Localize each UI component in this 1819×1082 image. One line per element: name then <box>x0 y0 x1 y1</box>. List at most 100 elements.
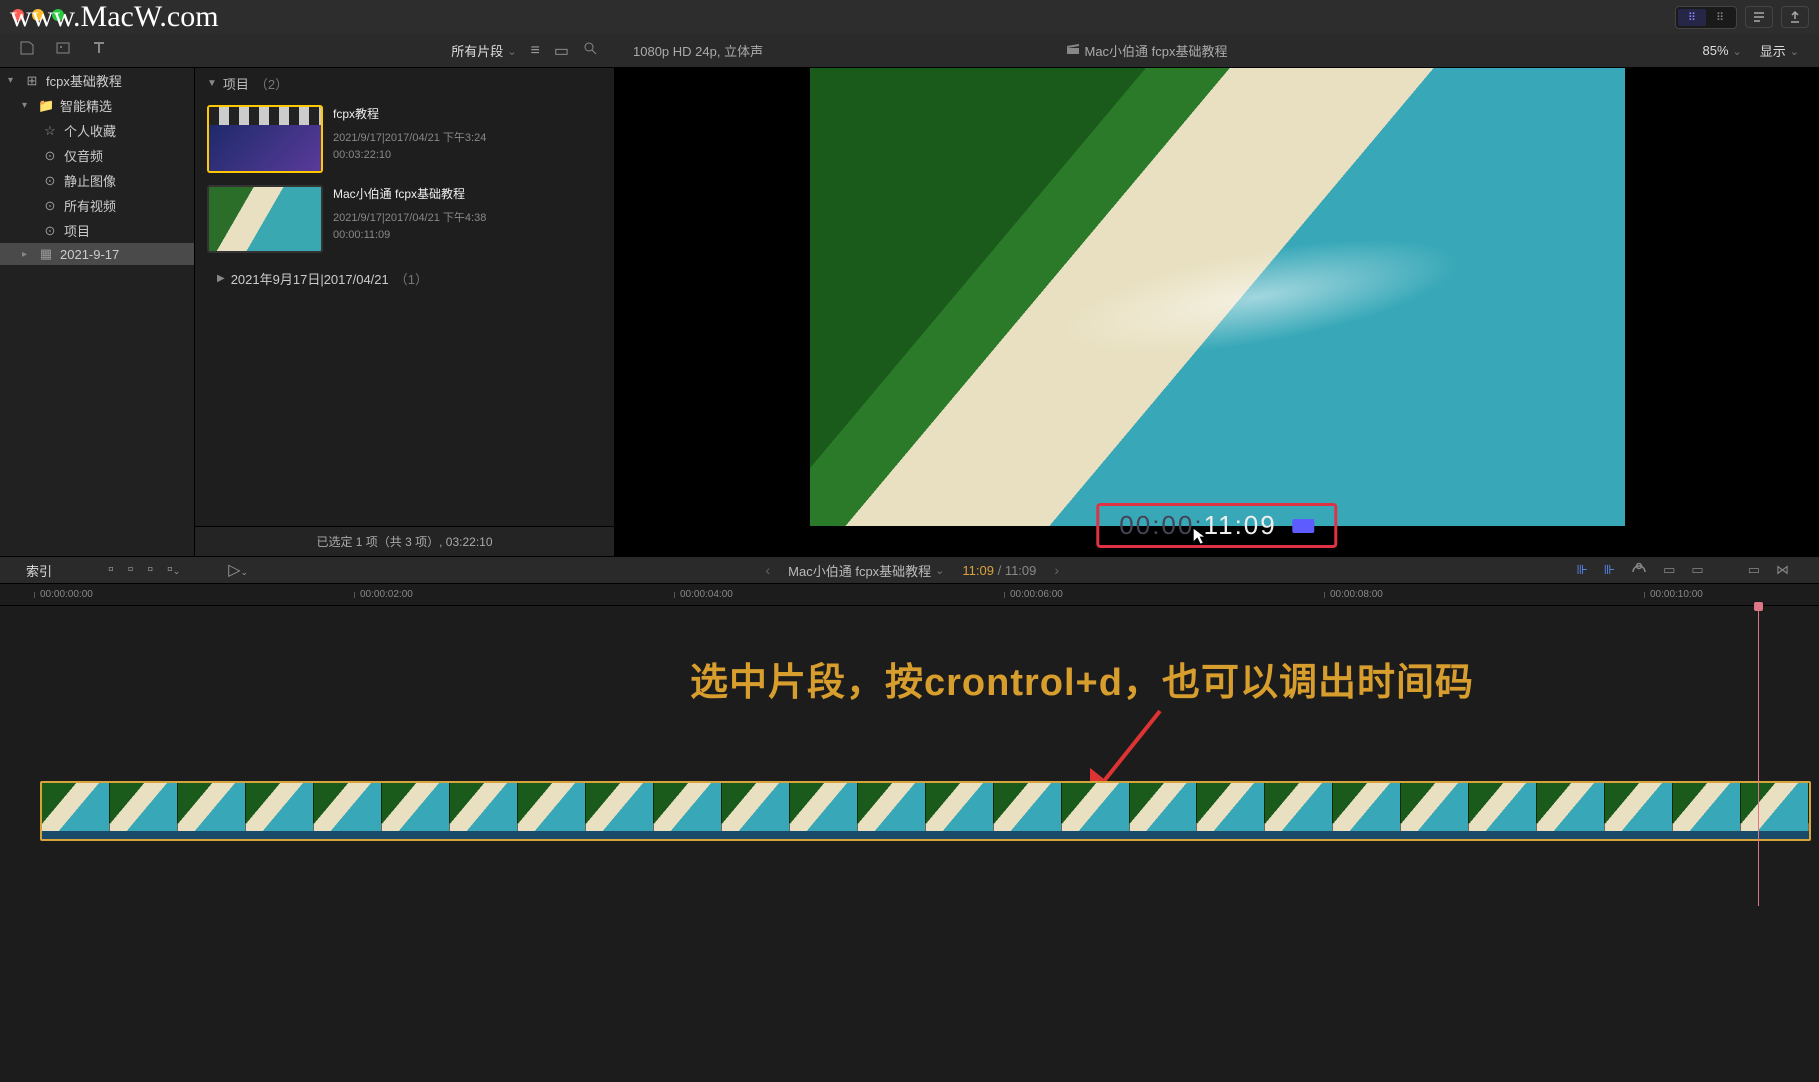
snapping-icon[interactable]: ▭ <box>1663 562 1675 578</box>
clip-date: 2021/9/17|2017/04/21 下午4:38 <box>333 210 602 227</box>
keyword-icon[interactable] <box>54 39 72 62</box>
sidebar-item-projects[interactable]: ⊙ 项目 <box>0 218 194 243</box>
folder-icon: 📁 <box>38 98 54 114</box>
clip-thumbnail[interactable] <box>207 105 323 173</box>
insert-tool-icon[interactable]: ▫ <box>128 561 134 579</box>
date-group-count: （1） <box>395 269 428 288</box>
import-icon[interactable] <box>18 39 36 62</box>
audio-skimming-icon[interactable]: ⊪ <box>1604 562 1615 578</box>
display-dropdown[interactable]: 显示 <box>1760 41 1799 60</box>
minimize-window[interactable] <box>32 9 44 21</box>
sidebar-label: fcpx基础教程 <box>46 71 122 90</box>
sidebar-label: 个人收藏 <box>64 121 116 140</box>
clip-audio <box>42 831 1809 839</box>
timeline-project-dropdown[interactable]: Mac小伯通 fcpx基础教程⌄ <box>788 561 944 580</box>
workspace-list-icon[interactable]: ⠿ <box>1706 9 1734 26</box>
ruler-tick: 00:00:10:00 <box>1650 589 1703 600</box>
close-window[interactable] <box>12 9 24 21</box>
playhead[interactable] <box>1758 606 1759 906</box>
sidebar-label: 静止图像 <box>64 171 116 190</box>
search-icon[interactable] <box>583 41 597 60</box>
viewer: 00:00:11:09 <box>615 68 1819 556</box>
gear-icon: ⊙ <box>42 223 58 239</box>
browser-header[interactable]: ▼ 项目 （2） <box>195 68 614 99</box>
inspector-toggle[interactable] <box>1745 6 1773 28</box>
tc-total: 11:09 <box>1005 563 1037 578</box>
filmstrip-view-icon[interactable]: ▭ <box>554 41 569 61</box>
sidebar-item-video[interactable]: ⊙所有视频 <box>0 193 194 218</box>
viewer-canvas[interactable] <box>810 68 1625 526</box>
clip-duration: 00:03:22:10 <box>333 147 602 164</box>
titles-icon[interactable] <box>90 39 108 62</box>
timecode-value: 11:09 <box>1204 510 1277 541</box>
clip-item[interactable]: fcpx教程 2021/9/17|2017/04/21 下午3:24 00:03… <box>203 99 606 179</box>
star-icon: ☆ <box>42 123 58 139</box>
gear-icon: ⊙ <box>42 148 58 164</box>
browser-header-count: （2） <box>255 74 288 93</box>
overwrite-tool-icon[interactable]: ▫⌄ <box>167 561 180 579</box>
timeline-clip[interactable]: 4f5d079a3bd8e1a6f6b8733bec7eee74 <box>40 781 1811 841</box>
sidebar-item-event[interactable]: ▸▦2021-9-17 <box>0 243 194 265</box>
sidebar-label: 仅音频 <box>64 146 103 165</box>
zoom-window[interactable] <box>52 9 64 21</box>
ruler-tick: 00:00:00:00 <box>40 589 93 600</box>
timecode-clip-icon <box>1293 519 1315 533</box>
ruler-tick: 00:00:08:00 <box>1330 589 1383 600</box>
skimming-icon[interactable]: ⊪ <box>1576 562 1587 578</box>
sidebar-item-smart[interactable]: ▾📁智能精选 <box>0 93 194 118</box>
effects-browser-icon[interactable]: ▭ <box>1748 562 1760 578</box>
timeline-ruler[interactable]: 00:00:00:0000:00:02:0000:00:04:0000:00:0… <box>0 584 1819 606</box>
clip-item[interactable]: Mac小伯通 fcpx基础教程 2021/9/17|2017/04/21 下午4… <box>203 179 606 259</box>
clip-title: fcpx教程 <box>333 105 602 122</box>
filter-dropdown-label: 所有片段 <box>451 41 503 60</box>
chevron-right-icon: ▶ <box>217 273 225 284</box>
gear-icon: ⊙ <box>42 173 58 189</box>
list-view-icon[interactable]: ≡ <box>531 42 540 60</box>
timecode-display[interactable]: 00:00:11:09 <box>1096 503 1337 548</box>
clip-date: 2021/9/17|2017/04/21 下午3:24 <box>333 130 602 147</box>
connect-tool-icon[interactable]: ▫ <box>108 561 114 579</box>
clip-duration: 00:00:11:09 <box>333 227 602 244</box>
date-group-label: 2021年9月17日|2017/04/21 <box>231 269 389 288</box>
sidebar-label: 2021-9-17 <box>60 247 119 262</box>
share-button[interactable] <box>1781 6 1809 28</box>
clapper-icon <box>1066 43 1080 58</box>
timeline[interactable]: 选中片段，按crontrol+d，也可以调出时间码 4f5d079a3bd8e1… <box>0 606 1819 1082</box>
sidebar-label: 智能精选 <box>60 96 112 115</box>
clip-meta: fcpx教程 2021/9/17|2017/04/21 下午3:24 00:03… <box>333 105 602 173</box>
workspace-switcher[interactable]: ⠿ ⠿ <box>1675 6 1737 29</box>
sidebar-item-audio[interactable]: ⊙ 仅音频 <box>0 143 194 168</box>
traffic-lights <box>12 9 64 21</box>
clip-title: Mac小伯通 fcpx基础教程 <box>333 185 602 202</box>
browser-date-group[interactable]: ▶ 2021年9月17日|2017/04/21 （1） <box>203 259 606 298</box>
prev-edit-icon[interactable]: ‹ <box>765 562 770 578</box>
sidebar-item-stills[interactable]: ⊙ 静止图像 <box>0 168 194 193</box>
filter-dropdown[interactable]: 所有片段 <box>451 41 516 60</box>
zoom-label: 85% <box>1703 43 1729 58</box>
sidebar: ▾⊞fcpx基础教程 ▾📁智能精选 ☆个人收藏 ⊙仅音频 ⊙静止图像 ⊙所有视频… <box>0 68 195 556</box>
timecode-prefix: 00:00: <box>1119 510 1203 541</box>
toolbar: 所有片段 ≡ ▭ 1080p HD 24p, 立体声 Mac小伯通 fcpx基础… <box>0 34 1819 68</box>
index-button[interactable]: 索引 <box>0 561 100 580</box>
render-icon[interactable]: ▭ <box>1691 562 1703 578</box>
timeline-timecode: 11:09 / 11:09 <box>962 563 1036 578</box>
sidebar-label: 项目 <box>64 221 90 240</box>
annotation-text: 选中片段，按crontrol+d，也可以调出时间码 <box>690 651 1474 706</box>
chevron-down-icon: ▼ <box>207 78 217 89</box>
clip-thumbnail[interactable] <box>207 185 323 253</box>
next-edit-icon[interactable]: › <box>1054 562 1059 578</box>
sidebar-item-favorites[interactable]: ☆ 个人收藏 <box>0 118 194 143</box>
viewer-format: 1080p HD 24p, 立体声 <box>633 41 763 60</box>
clip-meta: Mac小伯通 fcpx基础教程 2021/9/17|2017/04/21 下午4… <box>333 185 602 253</box>
display-label: 显示 <box>1760 41 1786 60</box>
arrow-tool-icon[interactable]: ▷⌄ <box>228 560 248 580</box>
sidebar-item-library[interactable]: ▾⊞fcpx基础教程 <box>0 68 194 93</box>
workspace-grid-icon[interactable]: ⠿ <box>1678 9 1706 26</box>
event-icon: ▦ <box>38 246 54 262</box>
zoom-dropdown[interactable]: 85% <box>1703 43 1742 58</box>
main-area: ▾⊞fcpx基础教程 ▾📁智能精选 ☆个人收藏 ⊙仅音频 ⊙静止图像 ⊙所有视频… <box>0 68 1819 556</box>
transitions-browser-icon[interactable]: ⋈ <box>1776 562 1789 578</box>
solo-icon[interactable] <box>1631 562 1647 579</box>
append-tool-icon[interactable]: ▫ <box>147 561 153 579</box>
tc-current: 11:09 <box>962 563 994 578</box>
